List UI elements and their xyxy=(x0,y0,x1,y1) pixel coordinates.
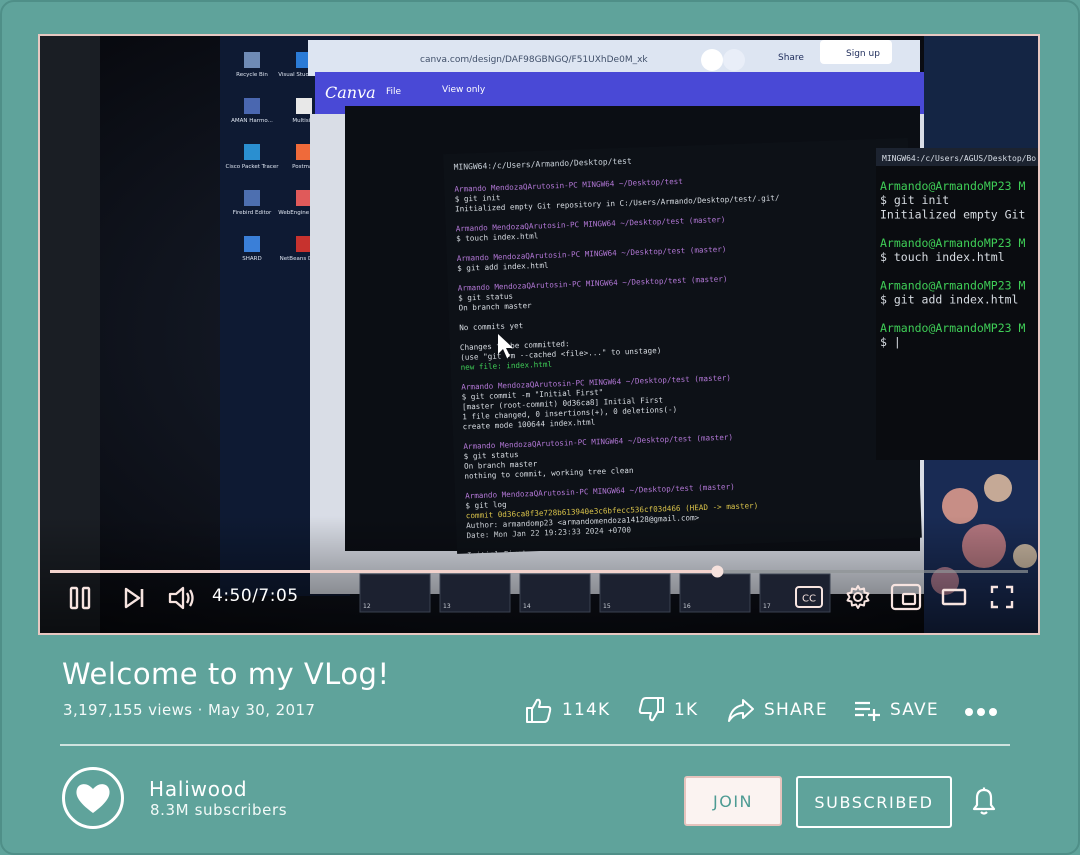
slide-thumbnail-number: 14 xyxy=(523,603,531,610)
second-terminal-line: Armando@ArmandoMP23 M xyxy=(880,179,1025,193)
collaborator-avatar xyxy=(723,49,745,71)
desktop-icon-label: Recycle Bin xyxy=(236,72,268,78)
slide-thumbnail-number: 17 xyxy=(763,603,771,610)
pause-button[interactable] xyxy=(64,582,96,614)
canva-view-only-text: View only xyxy=(442,85,486,95)
desktop-icon-label: Cisco Packet Tracer xyxy=(226,164,280,170)
desktop-app-icon xyxy=(244,52,260,68)
save-label: SAVE xyxy=(890,700,939,720)
save-button[interactable]: SAVE xyxy=(852,694,939,726)
desktop-app-icon xyxy=(244,144,260,160)
share-button[interactable]: SHARE xyxy=(726,694,828,726)
desktop-app-icon xyxy=(296,236,312,252)
theater-mode-button[interactable] xyxy=(938,582,970,612)
next-button[interactable] xyxy=(118,582,150,614)
notification-bell-button[interactable] xyxy=(968,786,1000,818)
second-terminal-window: MINGW64:/c/Users/AGUS/Desktop/Bo Armando… xyxy=(876,148,1038,460)
channel-name[interactable]: Haliwood xyxy=(149,777,247,801)
join-button[interactable]: JOIN xyxy=(684,776,782,826)
canva-share-text: Share xyxy=(778,53,804,63)
slide-thumbnail-number: 16 xyxy=(683,603,691,610)
captions-button[interactable]: CC xyxy=(792,582,826,612)
theater-icon xyxy=(941,588,967,606)
desktop-app-icon xyxy=(296,144,312,160)
second-terminal-line: $ | xyxy=(880,335,901,349)
second-terminal-line: Armando@ArmandoMP23 M xyxy=(880,321,1025,335)
like-button[interactable]: 114K xyxy=(524,694,610,726)
share-arrow-icon xyxy=(728,699,754,722)
more-actions-button[interactable] xyxy=(962,694,998,726)
terminal-line: $ git init xyxy=(455,193,501,204)
video-views-and-date: 3,197,155 views · May 30, 2017 xyxy=(63,701,316,719)
desktop-app-icon xyxy=(244,236,260,252)
desktop-icon-label: SHARD xyxy=(242,256,261,262)
settings-button[interactable] xyxy=(842,581,874,613)
channel-avatar[interactable] xyxy=(62,767,124,829)
subscribed-button[interactable]: SUBSCRIBED xyxy=(796,776,952,828)
second-terminal-line: $ touch index.html xyxy=(880,250,1005,264)
volume-button[interactable] xyxy=(164,581,198,615)
video-player[interactable]: Recycle Bin Visual Studio Code AMAN Harmo.… xyxy=(38,34,1040,635)
video-title: Welcome to my VLog! xyxy=(62,657,390,691)
second-terminal-line: $ git init xyxy=(880,193,949,207)
terminal-window: MINGW64:/c/Users/Armando/Desktop/test Ar… xyxy=(443,137,922,560)
fullscreen-icon xyxy=(990,585,1014,609)
fullscreen-button[interactable] xyxy=(986,581,1018,613)
playlist-add-icon xyxy=(855,701,880,721)
cc-icon: CC xyxy=(795,586,823,608)
svg-text:CC: CC xyxy=(802,594,816,605)
settings-icon xyxy=(846,585,870,609)
thumbs-up-icon xyxy=(526,698,552,723)
volume-icon xyxy=(168,586,194,610)
subscriber-count: 8.3M subscribers xyxy=(150,801,288,819)
desktop-app-icon xyxy=(296,98,312,114)
miniplayer-button[interactable] xyxy=(888,580,924,614)
desktop-app-icon xyxy=(296,190,312,206)
miniplayer-icon xyxy=(890,583,922,611)
section-divider xyxy=(60,744,1010,746)
slide-thumbnail-number: 15 xyxy=(603,603,611,610)
dislike-button[interactable]: 1K xyxy=(636,694,698,726)
progress-played xyxy=(50,570,718,573)
video-frame[interactable]: Recycle Bin Visual Studio CodeAMAN Harmo.… xyxy=(40,36,1038,633)
heart-icon xyxy=(76,784,110,813)
more-dots-icon xyxy=(965,708,997,716)
thumbs-down-icon xyxy=(638,697,664,722)
slide-thumbnail-number: 13 xyxy=(443,603,451,610)
canva-signup-text: Sign up xyxy=(846,49,880,59)
second-terminal-title: MINGW64:/c/Users/AGUS/Desktop/Bo xyxy=(882,154,1036,163)
desktop-icon-label: Firebird Editor xyxy=(233,210,272,216)
second-terminal-line: Armando@ArmandoMP23 M xyxy=(880,278,1025,292)
second-terminal-line: Initialized empty Git xyxy=(880,207,1025,221)
bell-icon xyxy=(972,787,996,815)
dislike-count: 1K xyxy=(674,700,699,720)
browser-url-text: canva.com/design/DAF98GBNGQ/F51UXhDe0M_x… xyxy=(420,55,648,65)
progress-scrubber-handle[interactable] xyxy=(711,565,724,578)
desktop-icon-label: AMAN Harmo... xyxy=(231,118,273,124)
desktop-app-icon xyxy=(244,190,260,206)
slide-thumbnail-number: 12 xyxy=(363,603,371,610)
terminal-line: $ git log xyxy=(465,500,506,510)
canva-logo-text: Canva xyxy=(325,83,376,102)
like-count: 114K xyxy=(562,700,611,720)
second-terminal-line: $ git add index.html xyxy=(880,293,1018,307)
second-terminal-line: Armando@ArmandoMP23 M xyxy=(880,236,1025,250)
desktop-app-icon xyxy=(244,98,260,114)
share-label: SHARE xyxy=(764,700,828,720)
next-icon xyxy=(124,587,144,609)
collaborator-avatar xyxy=(701,49,723,71)
wallpaper-art-top xyxy=(924,36,1038,148)
time-display: 4:50/7:05 xyxy=(212,586,299,606)
pause-icon xyxy=(69,586,91,610)
canva-file-text: File xyxy=(386,87,402,97)
